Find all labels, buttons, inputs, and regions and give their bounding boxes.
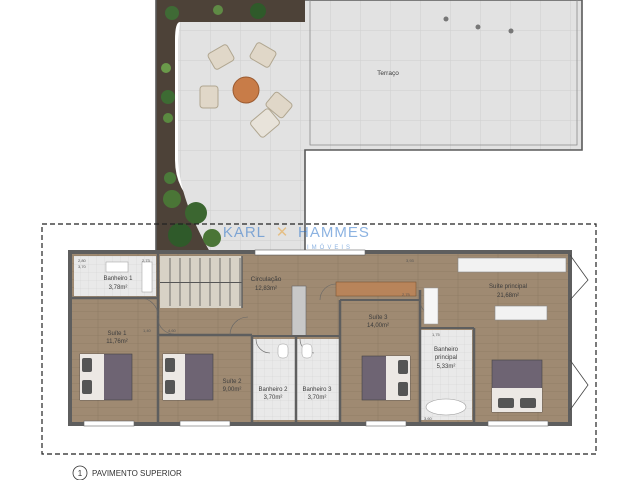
dimension: 2,80 bbox=[78, 258, 87, 263]
bathroom2-floor bbox=[253, 339, 295, 420]
dimension: 1,75 bbox=[432, 332, 441, 337]
plant bbox=[250, 3, 266, 19]
stair-opening bbox=[160, 282, 242, 283]
suite1-name: Suíte 1 bbox=[107, 331, 127, 337]
dimension: 3,60 bbox=[424, 416, 433, 421]
vanity bbox=[423, 287, 439, 325]
suite2-area: 9,00m² bbox=[223, 387, 242, 393]
toilet bbox=[301, 343, 313, 359]
bathroom3-name: Banheiro 3 bbox=[302, 387, 332, 393]
watermark-right: HAMMES bbox=[298, 224, 370, 241]
plant bbox=[203, 229, 221, 247]
title-number: 1 bbox=[78, 469, 83, 478]
corridor-pillar bbox=[291, 285, 307, 337]
master-bathroom-area: 5,33m² bbox=[437, 364, 456, 370]
terrace-floor bbox=[178, 0, 582, 252]
plant bbox=[168, 223, 192, 247]
circulation-area: 12,83m² bbox=[255, 286, 277, 292]
terrace-light bbox=[508, 28, 514, 34]
master-balcony-doors bbox=[569, 254, 589, 411]
lounge-chair bbox=[199, 85, 219, 109]
watermark-left: KARL bbox=[223, 224, 266, 241]
bathroom1-name: Banheiro 1 bbox=[103, 276, 133, 282]
bathtub bbox=[425, 398, 467, 416]
plant bbox=[164, 172, 176, 184]
sink bbox=[141, 261, 153, 293]
plant bbox=[165, 6, 179, 20]
floor-plan: Terraço Circulação 12,83m² Banheiro 1 3,… bbox=[41, 0, 597, 480]
dimension: 4,60 bbox=[168, 328, 177, 333]
watermark-cross: ✕ bbox=[276, 224, 289, 241]
bed-suite2 bbox=[162, 353, 214, 401]
master-bathroom-name-2: principal bbox=[435, 355, 457, 361]
dimension: 3,93 bbox=[406, 258, 415, 263]
toilet bbox=[277, 343, 289, 359]
suite1-area: 11,76m² bbox=[106, 339, 128, 345]
master-suite-name: Suíte principal bbox=[489, 284, 527, 290]
plant bbox=[161, 63, 171, 73]
suite3-name: Suíte 3 bbox=[368, 315, 388, 321]
wardrobe bbox=[457, 257, 567, 273]
plant bbox=[213, 5, 223, 15]
plant bbox=[163, 190, 181, 208]
suite2-name: Suíte 2 bbox=[222, 379, 242, 385]
dimension: 2,73 bbox=[142, 258, 151, 263]
dimension: 3,70 bbox=[78, 264, 87, 269]
plant bbox=[161, 90, 175, 104]
plant bbox=[185, 202, 207, 224]
dimension: 1,40 bbox=[143, 328, 152, 333]
bed-suite3 bbox=[361, 355, 411, 401]
bathroom1-area: 3,78m² bbox=[109, 285, 128, 291]
bed-master bbox=[491, 359, 543, 413]
bathroom3-area: 3,70m² bbox=[308, 395, 327, 401]
watermark-sub: IMÓVEIS bbox=[307, 244, 353, 251]
dimension: 2,75 bbox=[402, 292, 411, 297]
title-text: PAVIMENTO SUPERIOR bbox=[92, 469, 182, 478]
fire-pit bbox=[232, 76, 260, 104]
bathroom2-name: Banheiro 2 bbox=[258, 387, 288, 393]
sink bbox=[105, 261, 129, 273]
master-bathroom-name-1: Banheiro bbox=[434, 347, 459, 353]
circulation-name: Circulação bbox=[251, 276, 282, 283]
bed-suite1 bbox=[79, 353, 133, 401]
terrace-light bbox=[475, 24, 481, 30]
terrace-label: Terraço bbox=[377, 70, 399, 77]
bathroom2-area: 3,70m² bbox=[264, 395, 283, 401]
wardrobe bbox=[494, 305, 548, 321]
suite3-area: 14,00m² bbox=[367, 323, 389, 329]
plant bbox=[163, 113, 173, 123]
terrace-light bbox=[443, 16, 449, 22]
terrace bbox=[155, 0, 583, 252]
master-suite-area: 21,68m² bbox=[497, 293, 519, 299]
drawing-title: 1 PAVIMENTO SUPERIOR bbox=[72, 465, 182, 480]
